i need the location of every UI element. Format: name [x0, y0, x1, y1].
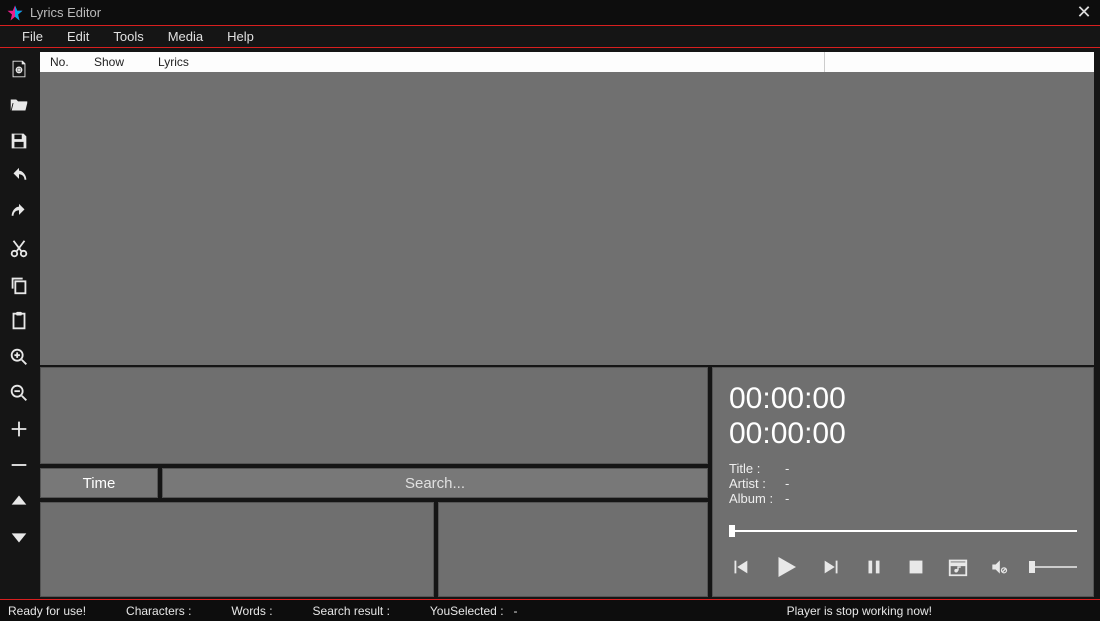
- menu-help[interactable]: Help: [215, 29, 266, 44]
- meta-artist-value: -: [785, 476, 789, 491]
- open-button[interactable]: [4, 90, 34, 120]
- toolbar: [0, 48, 38, 599]
- status-search: Search result :: [313, 604, 390, 618]
- menu-file[interactable]: File: [10, 29, 55, 44]
- save-button[interactable]: [4, 126, 34, 156]
- search-input[interactable]: [162, 468, 708, 498]
- playlist-button[interactable]: [947, 556, 969, 578]
- remove-button[interactable]: [4, 450, 34, 480]
- menu-edit[interactable]: Edit: [55, 29, 101, 44]
- copy-button[interactable]: [4, 270, 34, 300]
- time-elapsed: 00:00:00: [729, 382, 1077, 417]
- app-icon: [6, 4, 24, 22]
- volume-slider[interactable]: [1029, 566, 1077, 568]
- redo-button[interactable]: [4, 198, 34, 228]
- status-chars: Characters :: [126, 604, 191, 618]
- paste-button[interactable]: [4, 306, 34, 336]
- new-button[interactable]: [4, 54, 34, 84]
- meta-title-label: Title :: [729, 461, 785, 476]
- next-button[interactable]: [821, 556, 843, 578]
- menu-media[interactable]: Media: [156, 29, 215, 44]
- play-button[interactable]: [771, 552, 801, 582]
- col-lyrics[interactable]: Lyrics: [148, 55, 824, 69]
- meta-artist-label: Artist :: [729, 476, 785, 491]
- status-ready: Ready for use!: [8, 604, 86, 618]
- move-up-button[interactable]: [4, 486, 34, 516]
- menu-tools[interactable]: Tools: [101, 29, 155, 44]
- time-button[interactable]: Time: [40, 468, 158, 498]
- status-player: Player is stop working now!: [787, 604, 932, 618]
- table-header: No. Show Lyrics: [40, 52, 1094, 72]
- zoom-in-button[interactable]: [4, 342, 34, 372]
- cut-button[interactable]: [4, 234, 34, 264]
- aux-pane: [438, 502, 708, 597]
- seek-bar[interactable]: [729, 524, 1077, 538]
- pause-button[interactable]: [863, 556, 885, 578]
- meta-album-value: -: [785, 491, 789, 506]
- lyrics-table[interactable]: No. Show Lyrics: [40, 52, 1094, 365]
- prev-button[interactable]: [729, 556, 751, 578]
- mute-button[interactable]: [989, 557, 1009, 577]
- undo-button[interactable]: [4, 162, 34, 192]
- col-show[interactable]: Show: [84, 55, 148, 69]
- meta-album-label: Album :: [729, 491, 785, 506]
- preview-pane: [40, 367, 708, 464]
- col-no[interactable]: No.: [40, 55, 84, 69]
- statusbar: Ready for use! Characters : Words : Sear…: [0, 599, 1100, 621]
- menubar: File Edit Tools Media Help: [0, 25, 1100, 48]
- titlebar: Lyrics Editor ✕: [0, 0, 1100, 25]
- status-words: Words :: [231, 604, 272, 618]
- results-pane: [40, 502, 434, 597]
- time-total: 00:00:00: [729, 417, 1077, 452]
- move-down-button[interactable]: [4, 522, 34, 552]
- zoom-out-button[interactable]: [4, 378, 34, 408]
- add-button[interactable]: [4, 414, 34, 444]
- close-button[interactable]: ✕: [1072, 2, 1096, 23]
- window-title: Lyrics Editor: [30, 5, 1072, 20]
- player-panel: 00:00:00 00:00:00 Title :- Artist :- Alb…: [712, 367, 1094, 597]
- stop-button[interactable]: [905, 556, 927, 578]
- status-selected: YouSelected : -: [430, 604, 518, 618]
- col-tail: [824, 52, 1094, 72]
- meta-title-value: -: [785, 461, 789, 476]
